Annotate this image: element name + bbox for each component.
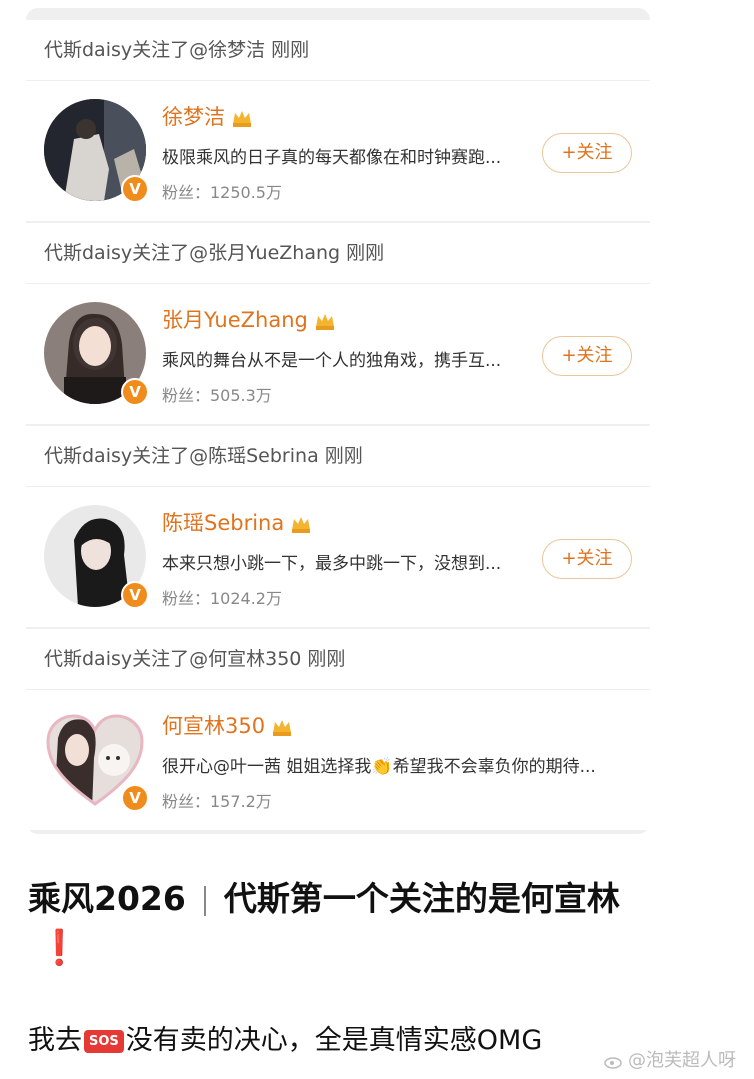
follow-notice: 代斯daisy关注了@徐梦洁 刚刚 <box>26 20 650 81</box>
follow-card: 代斯daisy关注了@张月YueZhang 刚刚 V 张月YueZhang 乘风… <box>26 223 650 424</box>
fans-count: 粉丝：505.3万 <box>162 386 272 405</box>
user-bio: 很开心@叶一茜 姐姐选择我👏希望我不会辜负你的期待... <box>162 757 596 777</box>
user-name[interactable]: 张月YueZhang <box>162 304 336 334</box>
user-row[interactable]: V 徐梦洁 极限乘风的日子真的每天都像在和时钟赛跑... 粉丝：1250.5万 … <box>26 81 650 221</box>
title-divider <box>203 885 206 916</box>
fans-count: 粉丝：1024.2万 <box>162 589 282 608</box>
user-row[interactable]: V 陈瑶Sebrina 本来只想小跳一下，最多中跳一下，没想到... 粉丝：10… <box>26 487 650 627</box>
post-body: 我去 SOS 没有卖的决心，全是真情实感OMG <box>28 1018 542 1057</box>
watermark: @泡芙超人呀 <box>604 1046 736 1072</box>
post-title-left: 乘风2026 <box>28 879 186 918</box>
user-bio: 本来只想小跳一下，最多中跳一下，没想到... <box>162 554 502 574</box>
post-title: 乘风2026 代斯第一个关注的是何宣林 <box>28 872 620 920</box>
post-title-right: 代斯第一个关注的是何宣林 <box>223 879 620 918</box>
follow-notice: 代斯daisy关注了@陈瑶Sebrina 刚刚 <box>26 426 650 487</box>
verified-badge: V <box>121 378 149 406</box>
user-row[interactable]: V 何宣林350 很开心@叶一茜 姐姐选择我👏希望我不会辜负你的期待... 粉丝… <box>26 690 650 830</box>
crown-icon <box>273 720 292 736</box>
crown-icon <box>315 314 334 330</box>
weibo-screenshot: 代斯daisy关注了@徐梦洁 刚刚 V 徐梦洁 极限乘风的日子真的每天都像在和时… <box>26 8 650 834</box>
follow-notice: 代斯daisy关注了@张月YueZhang 刚刚 <box>26 223 650 284</box>
verified-badge: V <box>121 784 149 812</box>
user-row[interactable]: V 张月YueZhang 乘风的舞台从不是一个人的独角戏，携手互... 粉丝：5… <box>26 284 650 424</box>
follow-button[interactable]: +关注 <box>542 336 632 376</box>
post-body-end: 没有卖的决心，全是真情实感OMG <box>125 1025 543 1056</box>
verified-badge: V <box>121 175 149 203</box>
user-name[interactable]: 陈瑶Sebrina <box>162 507 312 537</box>
follow-button[interactable]: +关注 <box>542 539 632 579</box>
verified-badge: V <box>121 581 149 609</box>
watermark-text: @泡芙超人呀 <box>628 1050 736 1071</box>
user-bio: 乘风的舞台从不是一个人的独角戏，携手互... <box>162 351 502 371</box>
exclamation-icon: ❗ <box>38 928 81 968</box>
fans-count: 粉丝：1250.5万 <box>162 183 282 202</box>
fans-count: 粉丝：157.2万 <box>162 792 272 811</box>
user-bio: 极限乘风的日子真的每天都像在和时钟赛跑... <box>162 148 502 168</box>
follow-card: 代斯daisy关注了@徐梦洁 刚刚 V 徐梦洁 极限乘风的日子真的每天都像在和时… <box>26 20 650 221</box>
post-body-start: 我去 <box>28 1025 82 1056</box>
follow-card: 代斯daisy关注了@陈瑶Sebrina 刚刚 V 陈瑶Sebrina 本来只想… <box>26 426 650 627</box>
sos-icon: SOS <box>84 1030 124 1053</box>
follow-card: 代斯daisy关注了@何宣林350 刚刚 V 何宣林350 很开心@叶一茜 姐姐… <box>26 629 650 830</box>
crown-icon <box>292 517 311 533</box>
follow-notice: 代斯daisy关注了@何宣林350 刚刚 <box>26 629 650 690</box>
weibo-logo-icon <box>604 1057 622 1069</box>
crown-icon <box>233 111 251 127</box>
user-name[interactable]: 何宣林350 <box>162 710 293 740</box>
user-name[interactable]: 徐梦洁 <box>162 101 253 131</box>
follow-button[interactable]: +关注 <box>542 133 632 173</box>
